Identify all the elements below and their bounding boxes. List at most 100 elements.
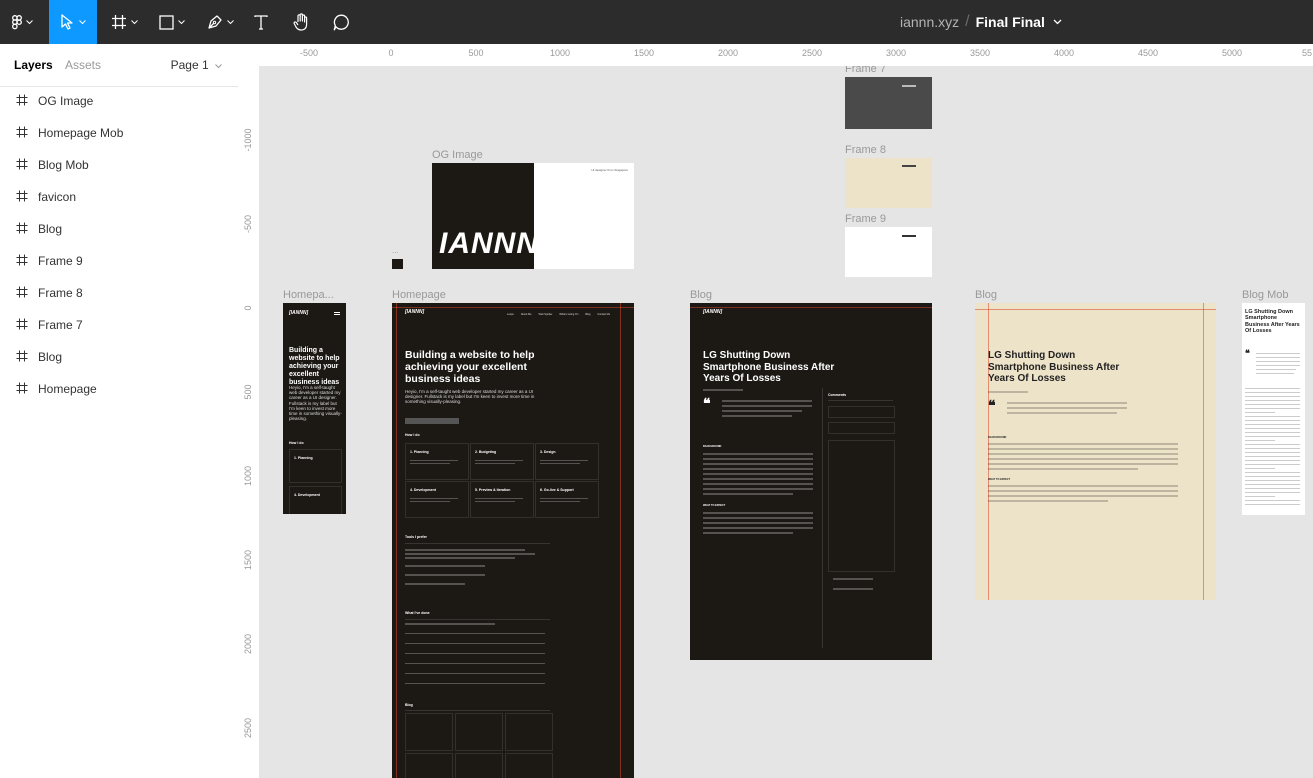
ruler-tick-label: 0 — [388, 48, 394, 58]
text-line — [405, 583, 465, 585]
page-selector[interactable]: Page 1 — [171, 58, 222, 72]
chevron-down-icon — [215, 64, 222, 69]
favicon-frame[interactable] — [392, 259, 403, 269]
design-canvas[interactable]: Frame 7 Frame 8 Frame 9 ... OG Image IAN… — [259, 66, 1313, 778]
tab-layers[interactable]: Layers — [14, 58, 53, 72]
frame-label-blog-dark[interactable]: Blog — [690, 289, 712, 301]
blog-mob-title: LG Shutting Down Smartphone Business Aft… — [1245, 309, 1300, 334]
frame-label-favicon[interactable]: ... — [392, 246, 399, 255]
text-line — [988, 463, 1178, 465]
layer-item[interactable]: Blog — [0, 341, 238, 373]
text-line — [703, 483, 813, 485]
mob-step-title: 4. Development — [294, 493, 320, 497]
layer-item[interactable]: favicon — [0, 181, 238, 213]
text-line — [988, 458, 1178, 460]
layer-item[interactable]: Blog Mob — [0, 149, 238, 181]
blog-dark-frame[interactable]: [IANNN] LG Shutting Down Smartphone Busi… — [690, 303, 932, 660]
text-line — [703, 527, 813, 529]
file-menu-chevron-icon[interactable] — [1053, 19, 1062, 25]
ruler-tick-label: 2500 — [243, 717, 253, 739]
frame-label-frame9[interactable]: Frame 9 — [845, 213, 886, 225]
blog-cream-frame[interactable]: LG Shutting Down Smartphone Business Aft… — [975, 303, 1216, 600]
text-line — [988, 495, 1178, 497]
layer-item[interactable]: Homepage Mob — [0, 117, 238, 149]
ruler-tick-label: 1500 — [633, 48, 655, 58]
text-line — [1256, 361, 1300, 362]
text-line — [988, 500, 1108, 502]
layer-item[interactable]: Frame 7 — [0, 309, 238, 341]
ruler-tick-label: -500 — [243, 215, 253, 234]
layer-label: Frame 8 — [38, 286, 83, 300]
text-line — [1245, 416, 1300, 417]
move-tool-button[interactable] — [49, 0, 97, 44]
tab-assets[interactable]: Assets — [65, 58, 101, 72]
layer-item[interactable]: Homepage — [0, 373, 238, 405]
frame-label-blog-mob[interactable]: Blog Mob — [1242, 289, 1288, 301]
frame-9[interactable] — [845, 227, 932, 277]
layer-item[interactable]: Blog — [0, 213, 238, 245]
frame-label-homepage-mob[interactable]: Homepa... — [283, 289, 334, 301]
text-line — [1007, 402, 1127, 404]
text-line — [703, 517, 813, 519]
blog-mob-frame[interactable]: LG Shutting Down Smartphone Business Aft… — [1242, 303, 1305, 515]
left-ruler: -1000 -500 0 500 1000 1500 2000 2500 — [238, 66, 260, 778]
text-line — [703, 532, 793, 534]
text-line — [703, 493, 793, 495]
frame-8[interactable] — [845, 158, 932, 208]
text-line — [703, 468, 813, 470]
homepage-intro: Heyio, I'm a self-taught web developer s… — [405, 389, 535, 405]
hamburger-icon — [334, 312, 340, 313]
text-line — [405, 565, 485, 567]
text-line — [1245, 420, 1300, 421]
hand-tool-icon — [293, 13, 308, 31]
frame-content — [902, 165, 916, 167]
text-line — [1256, 373, 1294, 374]
frame-icon — [16, 350, 28, 362]
project-name[interactable]: iannn.xyz — [900, 14, 959, 30]
text-tool-button[interactable] — [246, 0, 276, 44]
comment-tool-button[interactable] — [326, 0, 356, 44]
comment-input — [828, 422, 895, 434]
frame-label-frame8[interactable]: Frame 8 — [845, 144, 886, 156]
frame-7[interactable] — [845, 77, 932, 129]
text-line — [1245, 448, 1300, 449]
move-tool-icon — [60, 14, 73, 30]
text-line — [1245, 456, 1300, 457]
layout-guide — [392, 307, 634, 308]
section-done: What I've done — [405, 611, 430, 615]
page-selector-label: Page 1 — [170, 58, 209, 72]
frame-label-blog-cream[interactable]: Blog — [975, 289, 997, 301]
frame-label-og-image[interactable]: OG Image — [432, 149, 483, 161]
layout-guide — [690, 307, 932, 308]
main-menu-button[interactable] — [0, 0, 44, 44]
text-line — [1245, 436, 1300, 437]
ruler-tick-label: 4000 — [1053, 48, 1075, 58]
blog-card — [505, 713, 553, 751]
section-tools: Tools I prefer — [405, 535, 427, 539]
frame-tool-button[interactable] — [102, 0, 146, 44]
ruler-tick-label: 2000 — [717, 48, 739, 58]
layer-label: Homepage Mob — [38, 126, 124, 140]
file-name[interactable]: Final Final — [976, 14, 1045, 30]
frame-label-frame7[interactable]: Frame 7 — [845, 66, 886, 75]
layer-label: Frame 9 — [38, 254, 83, 268]
hand-tool-button[interactable] — [286, 0, 316, 44]
text-line — [988, 485, 1178, 487]
pen-tool-button[interactable] — [198, 0, 242, 44]
text-line — [410, 501, 450, 502]
layer-item[interactable]: Frame 8 — [0, 277, 238, 309]
frame-icon — [16, 158, 28, 170]
text-line — [703, 389, 743, 391]
homepage-mob-frame[interactable]: [IANNN] Building a website to help achie… — [283, 303, 346, 514]
og-image-frame[interactable]: IANNN UI designer from Singapore — [432, 163, 634, 269]
layer-item[interactable]: Frame 9 — [0, 245, 238, 277]
layer-item[interactable]: OG Image — [0, 85, 238, 117]
blog-card — [405, 753, 453, 778]
ruler-tick-label: -500 — [299, 48, 319, 58]
step-card: 3. Design — [535, 443, 599, 480]
ruler-tick-label: 4500 — [1137, 48, 1159, 58]
layer-label: OG Image — [38, 94, 94, 108]
homepage-frame[interactable]: [IANNN] Loops About Me Web Spotter What's G… — [392, 303, 634, 778]
shape-tool-button[interactable] — [150, 0, 194, 44]
frame-label-homepage[interactable]: Homepage — [392, 289, 446, 301]
